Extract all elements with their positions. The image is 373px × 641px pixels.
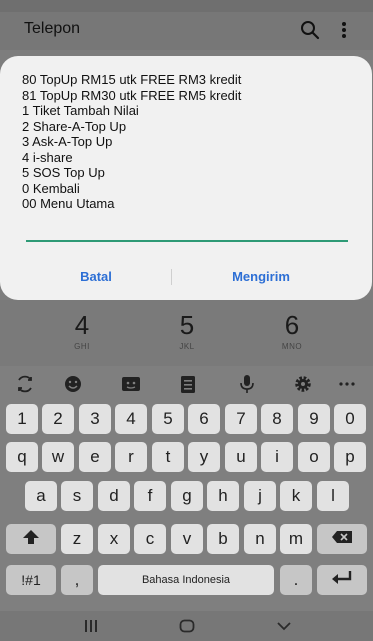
key-5[interactable]: 5 xyxy=(152,404,184,434)
cancel-button[interactable]: Batal xyxy=(56,264,136,290)
menu-line: 81 TopUp RM30 utk FREE RM5 kredit xyxy=(22,87,242,103)
backspace-key[interactable] xyxy=(317,524,367,554)
space-bar[interactable]: Bahasa Indonesia xyxy=(98,565,274,595)
navigation-bar xyxy=(0,611,373,641)
back-icon[interactable] xyxy=(276,619,292,638)
key-3[interactable]: 3 xyxy=(79,404,111,434)
mic-icon[interactable] xyxy=(236,374,258,394)
key-z[interactable]: z xyxy=(61,524,93,554)
key-k[interactable]: k xyxy=(280,481,312,511)
dialpad-letters: JKL xyxy=(179,342,195,351)
key-m[interactable]: m xyxy=(280,524,312,554)
key-1[interactable]: 1 xyxy=(6,404,38,434)
dialpad-row: 4 GHI 5 JKL 6 MNO xyxy=(0,300,373,366)
menu-line: 5 SOS Top Up xyxy=(22,165,105,180)
status-bar xyxy=(0,0,373,12)
recents-icon[interactable] xyxy=(83,619,99,638)
more-icon[interactable] xyxy=(336,374,358,394)
dialpad-key-5[interactable]: 5 JKL xyxy=(157,308,217,351)
dialpad-digit: 5 xyxy=(179,310,195,340)
key-t[interactable]: t xyxy=(152,442,184,472)
key-2[interactable]: 2 xyxy=(42,404,74,434)
key-c[interactable]: c xyxy=(134,524,166,554)
shift-key[interactable] xyxy=(6,524,56,554)
key-p[interactable]: p xyxy=(334,442,366,472)
dialpad-digit: 6 xyxy=(284,310,300,340)
key-i[interactable]: i xyxy=(261,442,293,472)
key-0[interactable]: 0 xyxy=(334,404,366,434)
shift-icon xyxy=(22,529,40,550)
menu-line: 0 Kembali xyxy=(22,180,80,196)
key-6[interactable]: 6 xyxy=(188,404,220,434)
clipboard-icon[interactable] xyxy=(177,374,199,394)
menu-line: 1 Tiket Tambah Nilai xyxy=(22,103,139,118)
enter-icon xyxy=(331,570,353,591)
period-key[interactable]: . xyxy=(280,565,312,595)
app-title: Telepon xyxy=(24,20,81,37)
button-divider xyxy=(171,269,172,285)
key-h[interactable]: h xyxy=(207,481,239,511)
menu-line: 00 Menu Utama xyxy=(22,196,115,211)
settings-icon[interactable] xyxy=(292,374,314,394)
key-b[interactable]: b xyxy=(207,524,239,554)
key-g[interactable]: g xyxy=(171,481,203,511)
key-d[interactable]: d xyxy=(98,481,130,511)
emoji-icon[interactable] xyxy=(62,374,84,394)
send-button[interactable]: Mengirim xyxy=(210,264,312,290)
enter-key[interactable] xyxy=(317,565,367,595)
sticker-icon[interactable] xyxy=(120,374,142,394)
key-s[interactable]: s xyxy=(61,481,93,511)
key-l[interactable]: l xyxy=(317,481,349,511)
ussd-dialog: 80 TopUp RM15 utk FREE RM3 kredit 81 Top… xyxy=(0,56,372,300)
symbols-key[interactable]: !#1 xyxy=(6,565,56,595)
menu-line: 3 Ask-A-Top Up xyxy=(22,134,113,149)
comma-key[interactable]: , xyxy=(61,565,93,595)
key-7[interactable]: 7 xyxy=(225,404,257,434)
key-9[interactable]: 9 xyxy=(298,404,330,434)
key-a[interactable]: a xyxy=(25,481,57,511)
app-bar: Telepon xyxy=(0,12,373,50)
keyboard: 1 2 3 4 5 6 7 8 9 0 q w e r t y u i o p … xyxy=(0,366,373,611)
keyboard-toolbar xyxy=(0,366,373,402)
key-j[interactable]: j xyxy=(244,481,276,511)
key-u[interactable]: u xyxy=(225,442,257,472)
search-icon[interactable] xyxy=(298,18,322,42)
key-n[interactable]: n xyxy=(244,524,276,554)
key-x[interactable]: x xyxy=(98,524,130,554)
dialpad-key-6[interactable]: 6 MNO xyxy=(262,308,322,351)
ussd-message: 80 TopUp RM15 utk FREE RM3 kredit 81 Top… xyxy=(22,72,362,212)
key-4[interactable]: 4 xyxy=(115,404,147,434)
dialpad-letters: GHI xyxy=(74,342,90,351)
dialpad-digit: 4 xyxy=(74,310,90,340)
dialpad-letters: MNO xyxy=(281,342,303,351)
key-r[interactable]: r xyxy=(115,442,147,472)
menu-line: 4 i-share xyxy=(22,149,73,165)
menu-line: 2 Share-A-Top Up xyxy=(22,118,127,134)
key-w[interactable]: w xyxy=(42,442,74,472)
key-8[interactable]: 8 xyxy=(261,404,293,434)
dialpad-key-4[interactable]: 4 GHI xyxy=(52,308,112,351)
ussd-reply-input[interactable] xyxy=(26,228,348,242)
key-o[interactable]: o xyxy=(298,442,330,472)
backspace-icon xyxy=(331,529,353,549)
menu-line: 80 TopUp RM15 utk FREE RM3 kredit xyxy=(22,72,242,87)
key-q[interactable]: q xyxy=(6,442,38,472)
key-v[interactable]: v xyxy=(171,524,203,554)
translate-icon[interactable] xyxy=(14,374,36,394)
key-e[interactable]: e xyxy=(79,442,111,472)
home-icon[interactable] xyxy=(179,619,195,638)
key-y[interactable]: y xyxy=(188,442,220,472)
more-options-icon[interactable] xyxy=(334,18,354,42)
key-f[interactable]: f xyxy=(134,481,166,511)
